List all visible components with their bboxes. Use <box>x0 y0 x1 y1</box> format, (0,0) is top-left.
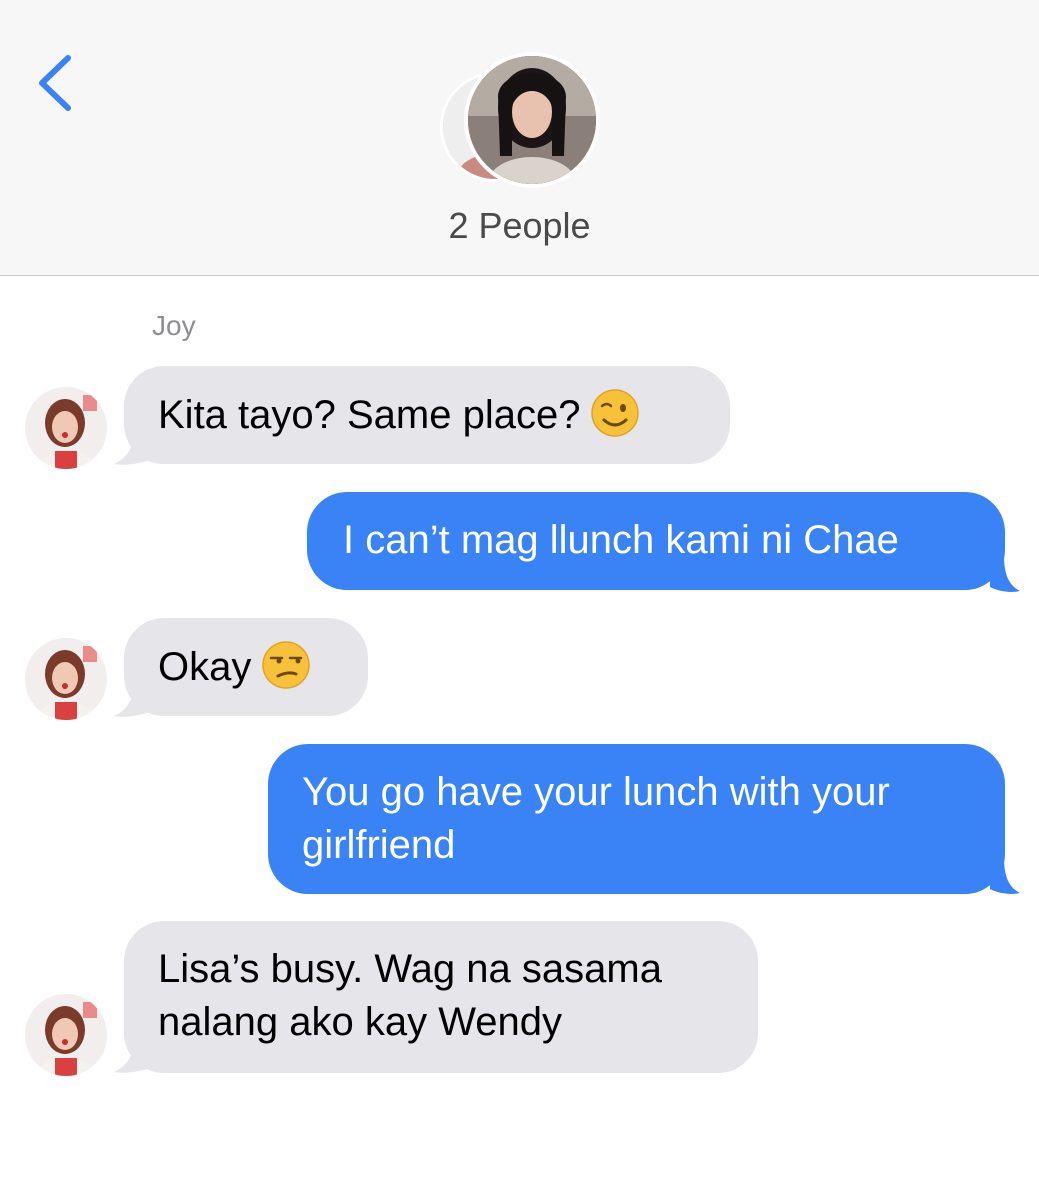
message-bubble[interactable]: Okay <box>124 618 368 716</box>
chevron-left-icon <box>39 55 71 111</box>
people-count-label[interactable]: 2 People <box>0 205 1039 247</box>
avatar[interactable] <box>25 387 107 469</box>
message-text: girlfriend <box>302 823 456 867</box>
avatar[interactable] <box>25 994 107 1076</box>
message-text: I can’t mag llunch kami ni Chae <box>343 518 899 562</box>
group-avatar-stack[interactable] <box>440 52 604 188</box>
message-bubble[interactable]: Kita tayo? Same place? <box>124 366 730 464</box>
message-bubble[interactable]: You go have your lunch with your girlfri… <box>268 744 1005 894</box>
message-text: You go have your lunch with your <box>302 770 890 814</box>
avatar[interactable] <box>25 638 107 720</box>
winking-face-icon <box>591 389 640 437</box>
sender-name: Joy <box>152 310 196 341</box>
message-bubble[interactable]: I can’t mag llunch kami ni Chae <box>307 492 1005 590</box>
message-text: Lisa’s busy. Wag na sasama <box>158 947 662 991</box>
unamused-face-icon <box>262 641 311 689</box>
avatar <box>464 52 600 188</box>
message-text: Okay <box>158 645 252 689</box>
message-bubble[interactable]: Lisa’s busy. Wag na sasama nalang ako ka… <box>124 921 758 1073</box>
message-text: Kita tayo? Same place? <box>158 393 581 437</box>
conversation-header: 2 People <box>0 0 1039 276</box>
back-button[interactable] <box>30 52 80 114</box>
message-text: nalang ako kay Wendy <box>158 1000 562 1044</box>
